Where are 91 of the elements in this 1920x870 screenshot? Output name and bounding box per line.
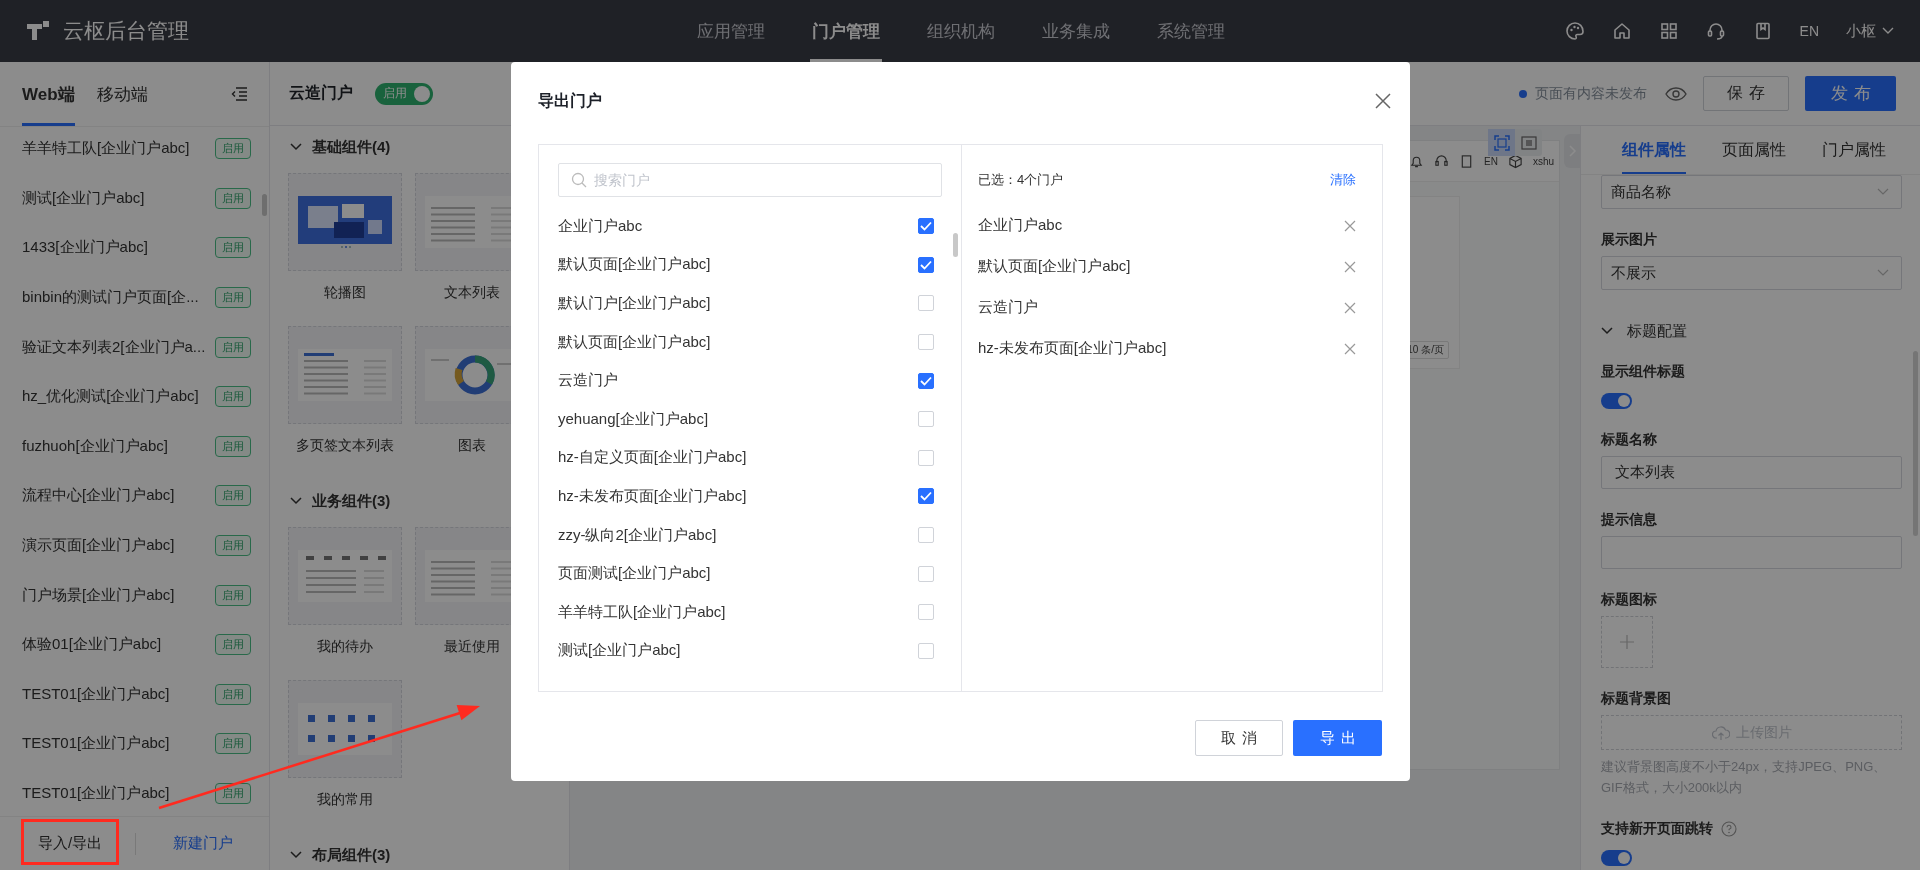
platform-tab[interactable]: 移动端 (96, 62, 148, 126)
nav-tab[interactable]: 业务集成 (1039, 0, 1112, 62)
portal-name[interactable]: 演示页面[企业门户abc] (22, 536, 215, 556)
status-badge: 启用 (215, 634, 251, 656)
portal-name[interactable]: 体验01[企业门户abc] (22, 635, 215, 655)
section-title: 布局组件(3) (312, 845, 391, 865)
new-portal-link[interactable]: 新建门户 (136, 834, 269, 853)
publish-button[interactable]: 发布 (1805, 76, 1896, 111)
export-button[interactable]: 导出 (1293, 720, 1382, 756)
portal-option[interactable]: 羊羊特工队[企业门户abc] (558, 602, 726, 622)
nav-tab[interactable]: 应用管理 (694, 0, 767, 62)
status-badge: 启用 (215, 237, 251, 259)
select-field[interactable]: 不展示 (1601, 256, 1902, 290)
portal-option[interactable]: hz-自定义页面[企业门户abc] (558, 448, 747, 468)
section-title: 基础组件(4) (312, 137, 391, 157)
status-badge: 启用 (215, 138, 251, 160)
portal-name[interactable]: 流程中心[企业门户abc] (22, 486, 215, 506)
component-label: 文本列表 (444, 283, 500, 302)
property-tab[interactable]: 门户属性 (1822, 126, 1886, 174)
cancel-button[interactable]: 取消 (1195, 720, 1283, 756)
unpublished-notice: 页面有内容未发布 (1535, 84, 1647, 103)
portal-name[interactable]: 1433[企业门户abc] (22, 238, 215, 258)
user-name: xshu (1532, 155, 1554, 167)
field-label: 标题背景图 (1601, 690, 1671, 708)
field-label: 标题名称 (1601, 431, 1657, 449)
portal-option[interactable]: 测试[企业门户abc] (558, 641, 681, 661)
status-badge: 启用 (215, 435, 251, 457)
language-label: EN (1483, 155, 1498, 167)
portal-option[interactable]: 默认页面[企业门户abc] (558, 255, 711, 275)
status-badge: 启用 (215, 386, 251, 408)
portal-name[interactable]: 验证文本列表2[企业门户a... (22, 337, 215, 357)
portal-name[interactable]: TEST01[企业门户abc] (22, 684, 215, 704)
portal-name[interactable]: 羊羊特工队[企业门户abc] (22, 139, 215, 159)
search-field[interactable]: 搜索门户 (558, 163, 942, 197)
portal-title: 云造门户 (289, 83, 353, 103)
platform-tab[interactable]: Web端 (22, 62, 75, 126)
component-label: 我的常用 (317, 790, 373, 809)
group-title: 标题配置 (1627, 321, 1687, 341)
status-badge: 启用 (215, 287, 251, 309)
status-badge: 启用 (215, 584, 251, 606)
field-label: 标题图标 (1601, 591, 1657, 609)
portal-name[interactable]: fuzhuoh[企业门户abc] (22, 436, 215, 456)
portal-name[interactable]: hz_优化测试[企业门户abc] (22, 387, 215, 407)
section-title: 业务组件(3) (312, 491, 391, 511)
status-badge: 启用 (215, 783, 251, 804)
component-label: 我的待办 (317, 637, 373, 656)
portal-option[interactable]: 默认页面[企业门户abc] (558, 332, 711, 352)
selection-summary: 已选：4个门户 (978, 171, 1064, 189)
portal-name[interactable]: 测试[企业门户abc] (22, 188, 215, 208)
portal-name[interactable]: 门户场景[企业门户abc] (22, 585, 215, 605)
save-button[interactable]: 保存 (1703, 76, 1789, 111)
clear-link[interactable]: 清除 (1330, 171, 1356, 189)
status-badge: 启用 (215, 485, 251, 507)
selected-portal: 默认页面[企业门户abc] (978, 257, 1131, 276)
portal-option[interactable]: 页面测试[企业门户abc] (558, 564, 711, 584)
portal-option[interactable]: zzy-纵向2[企业门户abc] (558, 525, 717, 545)
app-title: 云枢后台管理 (63, 18, 189, 44)
user-menu[interactable]: 小枢 (1846, 21, 1894, 41)
portal-option[interactable]: 企业门户abc (558, 216, 643, 236)
component-label: 图表 (458, 436, 486, 455)
select-field[interactable]: 商品名称 (1601, 175, 1902, 209)
selected-portal: hz-未发布页面[企业门户abc] (978, 339, 1167, 358)
component-label: 最近使用 (444, 637, 500, 656)
component-label: 轮播图 (324, 283, 366, 302)
component-label: 多页签文本列表 (296, 436, 394, 455)
dialog-title: 导出门户 (538, 90, 602, 111)
field-label: 展示图片 (1601, 231, 1657, 249)
import-export-button[interactable]: 导入/导出 (10, 823, 130, 864)
field-label: 显示组件标题 (1601, 363, 1685, 381)
language-link[interactable]: EN (1799, 23, 1819, 39)
portal-option[interactable]: 云造门户 (558, 371, 618, 391)
status-badge: 启用 (215, 187, 251, 209)
portal-name[interactable]: TEST01[企业门户abc] (22, 734, 215, 754)
input-field[interactable]: 文本列表 (1601, 456, 1902, 489)
status-badge: 启用 (215, 683, 251, 705)
portal-option[interactable]: 默认门户[企业门户abc] (558, 294, 711, 313)
portal-option[interactable]: yehuang[企业门户abc] (558, 409, 709, 429)
selected-portal: 企业门户abc (978, 216, 1063, 235)
portal-name[interactable]: binbin的测试门户页面[企... (22, 288, 215, 308)
field-label: 支持新开页面跳转 (1601, 820, 1713, 838)
portal-name[interactable]: TEST01[企业门户abc] (22, 784, 215, 803)
property-tab[interactable]: 页面属性 (1722, 126, 1786, 174)
status-badge: 启用 (215, 535, 251, 557)
portal-option[interactable]: hz-未发布页面[企业门户abc] (558, 486, 747, 506)
selected-portal: 云造门户 (978, 298, 1038, 317)
status-badge: 启用 (215, 336, 251, 358)
nav-tab[interactable]: 系统管理 (1154, 0, 1227, 62)
status-badge: 启用 (215, 733, 251, 755)
nav-tab[interactable]: 组织机构 (924, 0, 997, 62)
property-tab[interactable]: 组件属性 (1622, 126, 1686, 174)
field-label: 提示信息 (1601, 511, 1657, 529)
